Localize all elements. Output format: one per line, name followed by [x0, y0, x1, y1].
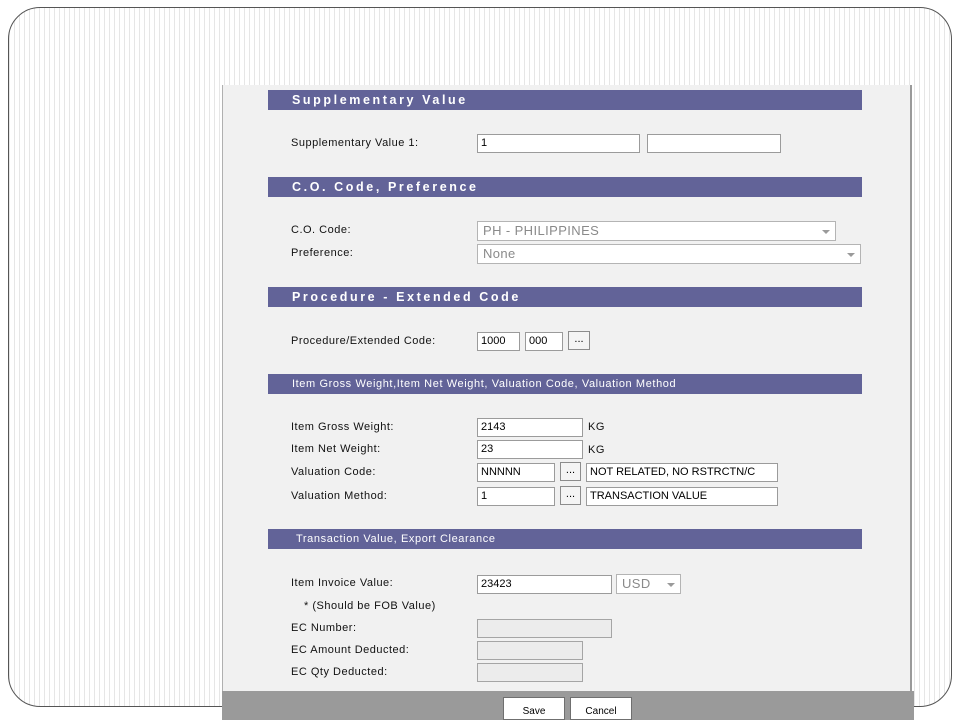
valuation-code-description: NOT RELATED, NO RSTRCTN/C: [586, 463, 778, 482]
currency-value: USD: [622, 576, 651, 591]
procedure-code-input[interactable]: 1000: [477, 332, 520, 351]
net-weight-unit: KG: [588, 444, 605, 456]
chevron-down-icon: [822, 230, 830, 234]
chevron-down-icon: [667, 583, 675, 587]
footer-bar: [222, 691, 914, 720]
supplementary-value-2-input[interactable]: [647, 134, 781, 153]
supplementary-value-1-input[interactable]: 1: [477, 134, 640, 153]
valuation-method-lookup-button[interactable]: ...: [560, 486, 581, 505]
ec-number-input[interactable]: [477, 619, 612, 638]
cancel-button[interactable]: Cancel: [570, 697, 632, 720]
preference-label: Preference:: [291, 247, 354, 259]
ec-number-label: EC Number:: [291, 622, 357, 634]
co-code-select[interactable]: PH - PHILIPPINES: [477, 221, 836, 241]
co-code-value: PH - PHILIPPINES: [483, 223, 600, 238]
gross-weight-unit: KG: [588, 421, 605, 433]
ec-amount-label: EC Amount Deducted:: [291, 644, 410, 656]
section-header-procedure: Procedure - Extended Code: [268, 287, 862, 307]
gross-weight-input[interactable]: 2143: [477, 418, 583, 437]
net-weight-input[interactable]: 23: [477, 440, 583, 459]
valuation-code-lookup-button[interactable]: ...: [560, 462, 581, 481]
ec-qty-label: EC Qty Deducted:: [291, 666, 388, 678]
co-code-label: C.O. Code:: [291, 224, 352, 236]
section-title: Procedure - Extended Code: [292, 290, 521, 304]
section-title: C.O. Code, Preference: [292, 180, 479, 194]
section-header-weight-valuation: Item Gross Weight,Item Net Weight, Valua…: [268, 374, 862, 394]
ec-amount-input[interactable]: [477, 641, 583, 660]
currency-select[interactable]: USD: [616, 574, 681, 594]
section-header-supplementary: Supplementary Value: [268, 90, 862, 110]
invoice-value-input[interactable]: 23423: [477, 575, 612, 594]
valuation-code-label: Valuation Code:: [291, 466, 376, 478]
valuation-method-label: Valuation Method:: [291, 490, 388, 502]
valuation-code-input[interactable]: NNNNN: [477, 463, 555, 482]
net-weight-label: Item Net Weight:: [291, 443, 381, 455]
section-title: Transaction Value, Export Clearance: [296, 533, 496, 545]
section-header-transaction: Transaction Value, Export Clearance: [268, 529, 862, 549]
supplementary-value-label: Supplementary Value 1:: [291, 137, 419, 149]
procedure-code-label: Procedure/Extended Code:: [291, 335, 436, 347]
section-title: Item Gross Weight,Item Net Weight, Valua…: [292, 378, 677, 390]
invoice-value-label: Item Invoice Value:: [291, 577, 394, 589]
valuation-method-input[interactable]: 1: [477, 487, 555, 506]
preference-value: None: [483, 246, 516, 261]
ec-qty-input[interactable]: [477, 663, 583, 682]
chevron-down-icon: [847, 253, 855, 257]
gross-weight-label: Item Gross Weight:: [291, 421, 394, 433]
section-title: Supplementary Value: [292, 93, 468, 107]
procedure-lookup-button[interactable]: ...: [568, 331, 590, 350]
valuation-method-description: TRANSACTION VALUE: [586, 487, 778, 506]
fob-note: * (Should be FOB Value): [304, 600, 436, 612]
save-button[interactable]: Save: [503, 697, 565, 720]
extended-code-input[interactable]: 000: [525, 332, 563, 351]
section-header-co-code: C.O. Code, Preference: [268, 177, 862, 197]
preference-select[interactable]: None: [477, 244, 861, 264]
